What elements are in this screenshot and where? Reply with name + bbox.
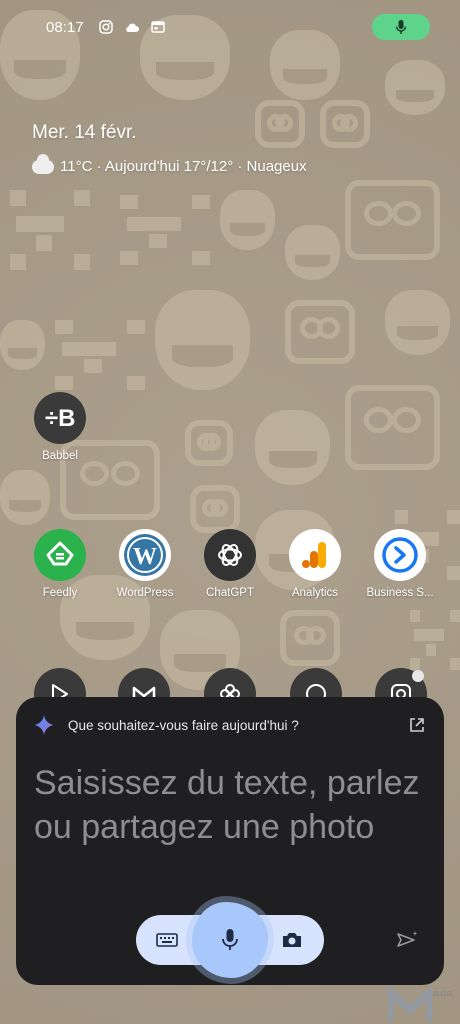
app-babbel[interactable]: ÷B Babbel	[20, 392, 100, 462]
wallpaper-pixel-invader	[55, 320, 145, 390]
app-business-suite[interactable]: Business S...	[360, 529, 440, 599]
notification-dot	[412, 670, 424, 682]
assistant-panel: Que souhaitez-vous faire aujourd'hui ? S…	[16, 697, 444, 985]
app-analytics[interactable]: Analytics	[275, 529, 355, 599]
app-label: Babbel	[42, 450, 78, 462]
wallpaper-pixel-invader	[410, 610, 460, 670]
wallpaper-robot	[320, 100, 370, 148]
app-wordpress[interactable]: W WordPress	[105, 529, 185, 599]
wallpaper-robot	[280, 610, 340, 666]
feedly-icon	[34, 529, 86, 581]
wallpaper-face	[285, 225, 340, 280]
wallpaper-robot	[185, 420, 233, 466]
wallpaper-face	[220, 190, 275, 250]
wallpaper-robot	[345, 180, 440, 260]
wallpaper-face	[0, 320, 45, 370]
weather-text: 11°C · Aujourd'hui 17°/12° · Nuageux	[60, 158, 307, 175]
app-feedly[interactable]: Feedly	[20, 529, 100, 599]
business-suite-icon	[374, 529, 426, 581]
open-external-icon[interactable]	[408, 716, 426, 734]
camera-icon[interactable]	[280, 928, 304, 952]
app-label: ChatGPT	[206, 587, 254, 599]
voice-input-button[interactable]	[192, 902, 268, 978]
site-watermark: BLOG	[386, 984, 452, 1024]
app-label: Analytics	[291, 587, 339, 599]
assistant-input-prompt[interactable]: Saisissez du texte, parlez ou partagez u…	[34, 761, 426, 849]
wallpaper-face	[270, 30, 340, 100]
svg-text:÷B: ÷B	[45, 405, 76, 432]
wallpaper-pixel-invader	[120, 195, 210, 265]
watermark-logo	[386, 984, 434, 1022]
wallpaper-robot	[255, 100, 305, 148]
calendar-window-icon	[150, 19, 166, 35]
wallpaper-robot	[285, 300, 355, 364]
instagram-icon	[98, 19, 114, 35]
gemini-sparkle-icon	[34, 715, 54, 735]
app-label: Feedly	[42, 587, 78, 599]
mic-active-indicator[interactable]	[372, 14, 430, 40]
assistant-question: Que souhaitez-vous faire aujourd'hui ?	[68, 717, 299, 733]
wordpress-icon: W	[119, 529, 171, 581]
microphone-icon	[222, 929, 238, 950]
status-time: 08:17	[46, 18, 84, 36]
weather-widget[interactable]: 11°C · Aujourd'hui 17°/12° · Nuageux	[32, 153, 307, 175]
wallpaper-face	[155, 290, 250, 390]
watermark-text: BLOG	[432, 990, 452, 998]
wallpaper-face	[385, 290, 450, 355]
microphone-icon	[395, 20, 407, 34]
wallpaper-face	[385, 60, 445, 115]
wallpaper-face	[0, 470, 50, 525]
app-chatgpt[interactable]: ChatGPT	[190, 529, 270, 599]
wallpaper-pixel-invader	[10, 190, 90, 270]
keyboard-icon[interactable]	[156, 929, 178, 951]
wallpaper-face	[255, 410, 330, 485]
analytics-icon	[289, 529, 341, 581]
date-widget[interactable]: Mer. 14 févr.	[32, 122, 137, 144]
send-sparkle-icon[interactable]	[396, 929, 418, 951]
wallpaper-robot	[345, 385, 440, 470]
babbel-icon: ÷B	[34, 392, 86, 444]
svg-text:W: W	[133, 544, 157, 570]
status-bar: 08:17	[46, 14, 430, 40]
chatgpt-icon	[204, 529, 256, 581]
wallpaper-robot	[190, 485, 240, 533]
app-label: Business S...	[366, 587, 434, 599]
app-label: WordPress	[116, 587, 174, 599]
cloud-icon	[124, 19, 140, 35]
cloud-moon-icon	[32, 153, 54, 174]
assistant-header: Que souhaitez-vous faire aujourd'hui ?	[34, 715, 426, 735]
